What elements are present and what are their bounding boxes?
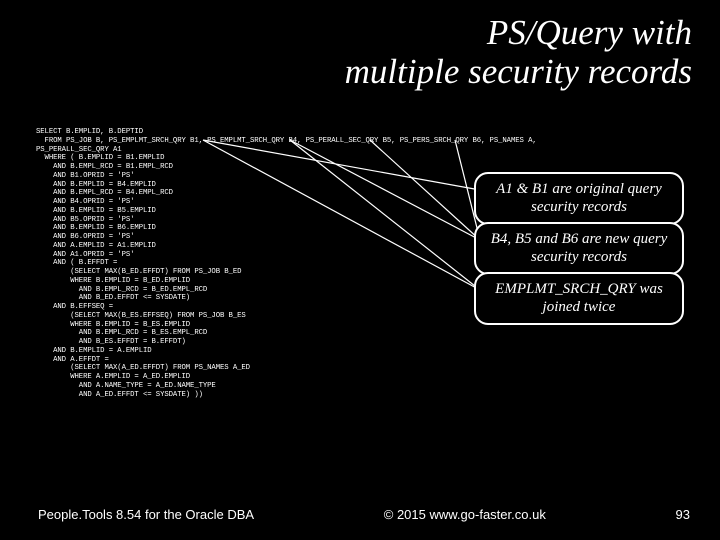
callout-new-records: B4, B5 and B6 are new query security rec… xyxy=(474,222,684,275)
title-line-2: multiple security records xyxy=(345,52,692,91)
callout-original-records: A1 & B1 are original query security reco… xyxy=(474,172,684,225)
footer-page-number: 93 xyxy=(676,507,690,522)
footer-left: People.Tools 8.54 for the Oracle DBA xyxy=(38,507,254,522)
slide-footer: People.Tools 8.54 for the Oracle DBA © 2… xyxy=(0,507,720,522)
footer-center: © 2015 www.go-faster.co.uk xyxy=(384,507,546,522)
title-line-1: PS/Query with xyxy=(487,13,692,52)
slide-title: PS/Query with multiple security records xyxy=(0,0,720,91)
sql-code-block: SELECT B.EMPLID, B.DEPTID FROM PS_JOB B,… xyxy=(36,128,537,399)
callout-joined-twice: EMPLMT_SRCH_QRY was joined twice xyxy=(474,272,684,325)
